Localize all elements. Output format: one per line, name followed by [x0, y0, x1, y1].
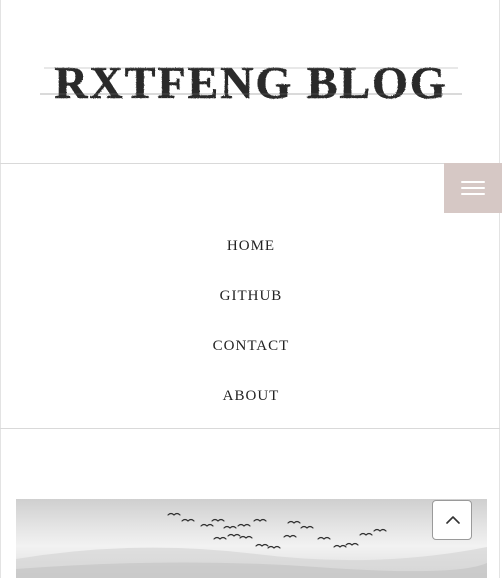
main-navigation: HOME GITHUB CONTACT ABOUT [0, 221, 502, 421]
birds-in-sky-image [16, 512, 487, 578]
nav-link-github[interactable]: GITHUB [220, 271, 283, 321]
hamburger-bar [461, 187, 485, 189]
nav-link-home[interactable]: HOME [227, 221, 275, 271]
nav-item-github: GITHUB [0, 271, 502, 321]
hamburger-menu-icon [461, 181, 485, 183]
nav-link-contact[interactable]: CONTACT [213, 321, 290, 371]
nav-item-contact: CONTACT [0, 321, 502, 371]
nav-divider [0, 428, 500, 429]
menu-toggle-button[interactable] [444, 163, 502, 213]
nav-item-about: ABOUT [0, 371, 502, 421]
back-to-top-button[interactable] [432, 500, 472, 540]
site-header: RXTFENG BLOG [0, 0, 502, 163]
nav-link-about[interactable]: ABOUT [223, 371, 280, 421]
site-logo[interactable]: RXTFENG BLOG [40, 56, 462, 106]
hamburger-bar [461, 193, 485, 195]
logo-text: RXTFENG BLOG [54, 57, 447, 106]
logo-image: RXTFENG BLOG [40, 57, 462, 106]
nav-item-home: HOME [0, 221, 502, 271]
header-divider [0, 163, 500, 164]
hero-image [16, 499, 487, 578]
chevron-up-icon [446, 516, 460, 524]
